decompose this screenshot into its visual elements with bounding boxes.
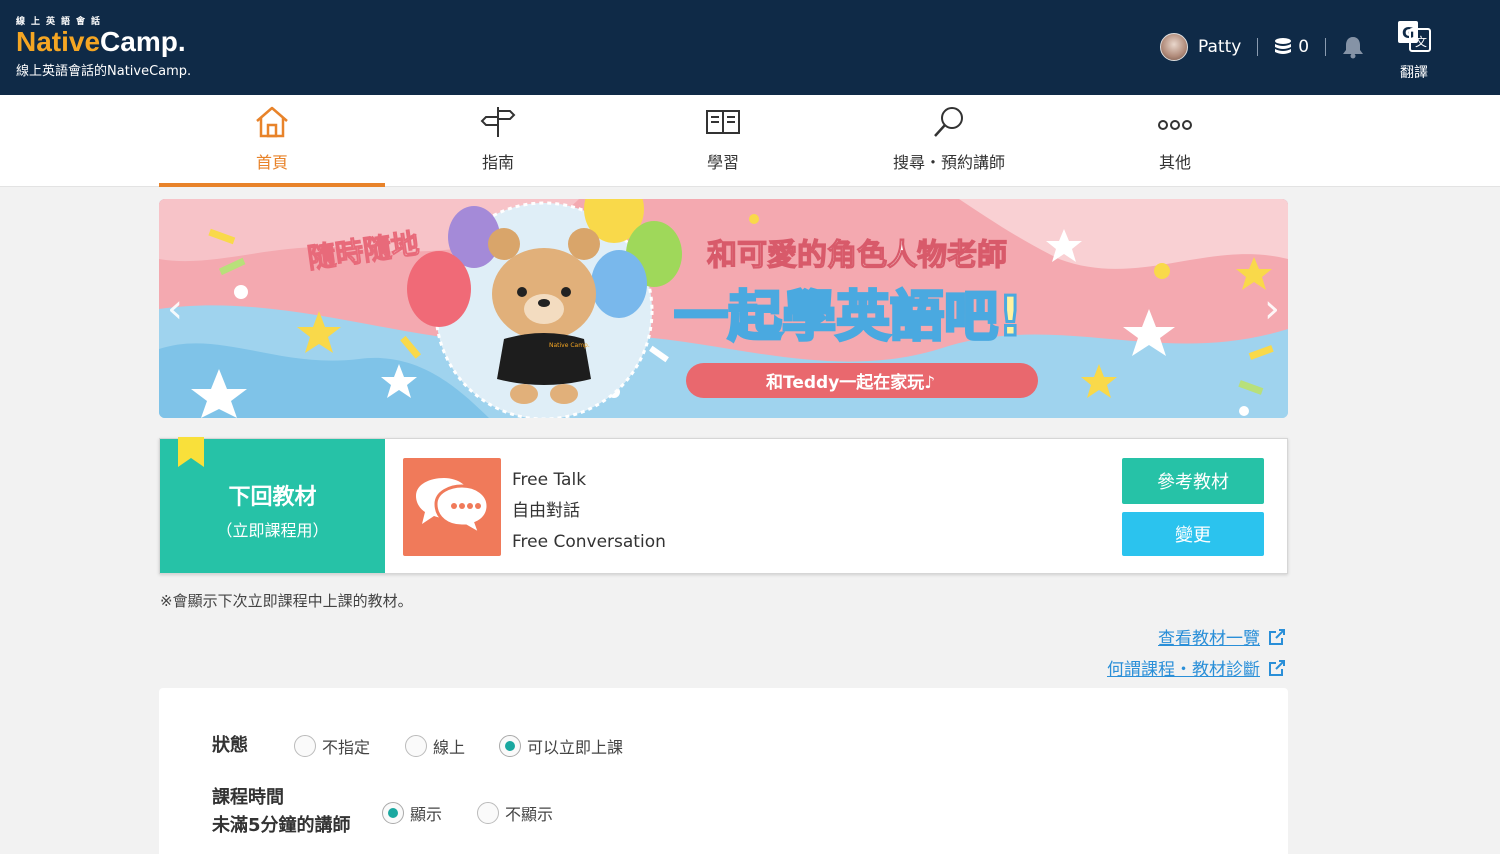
banner-prev-arrow[interactable]: ‹ [167,289,183,329]
user-name[interactable]: Patty [1198,37,1241,57]
svg-text:G: G [1402,24,1414,42]
diagnosis-link[interactable]: 何謂課程・教材診斷 [1107,655,1286,680]
divider [1325,38,1327,56]
logo-tagline: 線上英語會話的NativeCamp. [16,64,192,79]
promo-banner[interactable]: Native Camp. 隨時隨地 和可愛的角色人物老師 一起學英語吧! 和Te… [159,199,1288,418]
material-names: Free Talk 自由對話 Free Conversation [512,465,666,558]
nav-study-label: 學習 [706,153,739,172]
book-icon [706,110,740,134]
external-link-icon [1269,659,1285,676]
user-area: Patty 0 [1160,33,1364,61]
svg-text:Native Camp.: Native Camp. [549,342,590,349]
next-material-header: 下回教材 （立即課程用） [160,437,385,573]
coin-balance[interactable]: 0 [1274,37,1309,57]
status-label: 狀態 [212,735,248,756]
translate-icon: G 文 [1398,21,1431,52]
material-name-en: Free Talk [512,470,587,490]
materials-list-link[interactable]: 查看教材一覽 [1158,624,1286,649]
banner-next-arrow[interactable]: › [1264,289,1280,329]
banner-line1: 和可愛的角色人物老師 [707,238,1007,273]
banner-line2: 一起學英語吧! [674,285,1023,348]
time-option-show[interactable]: 顯示 [382,801,442,825]
status-option-online[interactable]: 線上 [405,734,465,758]
reference-material-button[interactable]: 參考教材 [1122,458,1264,504]
nav-guide[interactable]: 指南 [385,95,611,187]
avatar[interactable] [1160,33,1188,61]
search-icon [934,107,963,137]
nav-home-label: 首頁 [255,153,288,172]
svg-text:文: 文 [1415,34,1427,49]
time-option-hide[interactable]: 不顯示 [477,801,553,825]
next-material-subtitle: （立即課程用） [216,521,329,540]
more-icon [1158,120,1192,130]
translate-button[interactable]: G 文 翻譯 [1396,20,1432,82]
logo-wordmark: NativeCamp. [16,26,186,57]
bookmark-icon [178,437,204,467]
nav-guide-label: 指南 [481,153,514,172]
material-name-desc: Free Conversation [512,532,666,552]
nav-other[interactable]: 其他 [1062,95,1288,187]
divider [1257,38,1259,56]
next-material-card: 下回教材 （立即課程用） Free Talk 自由對話 Free Convers… [159,437,1288,574]
translate-label: 翻譯 [1400,65,1428,81]
material-note: ※會顯示下次立即課程中上課的教材。 [160,592,413,610]
nav-home[interactable]: 首頁 [159,95,385,187]
status-option-available-now[interactable]: 可以立即上課 [499,734,623,758]
change-material-button[interactable]: 變更 [1122,512,1264,556]
material-thumbnail [403,458,501,556]
teacher-filter-panel: 狀態 不指定 線上 可以立即上課 課程時間 未滿5分鐘的講師 顯示 不顯示 [159,688,1288,854]
home-icon [256,106,288,138]
material-name-zh: 自由對話 [512,501,580,521]
banner-cta[interactable]: 和Teddy一起在家玩♪ [766,372,935,393]
lesson-time-label: 課程時間 未滿5分鐘的講師 [212,787,351,836]
status-option-any[interactable]: 不指定 [294,734,370,758]
next-material-title: 下回教材 [228,485,317,510]
nav-other-label: 其他 [1158,153,1191,172]
top-header: 線上英語會話 NativeCamp. 線上英語會話的NativeCamp. Pa… [0,0,1500,95]
signpost-icon [480,107,516,137]
nativecamp-logo[interactable]: 線上英語會話 NativeCamp. 線上英語會話的NativeCamp. [16,14,191,79]
bell-icon [1343,37,1364,59]
chat-bubbles-icon [416,478,490,538]
external-link-icon [1269,628,1285,645]
coin-count: 0 [1298,37,1310,57]
main-nav: 首頁 指南 學習 搜尋・預約講師 其他 [0,95,1500,187]
nav-study[interactable]: 學習 [610,95,836,187]
banner-artwork: Native Camp. 隨時隨地 和可愛的角色人物老師 一起學英語吧! 和Te… [159,199,1288,418]
nav-search-label: 搜尋・預約講師 [892,153,1005,172]
notification-button[interactable] [1342,35,1364,59]
coin-stack-icon [1275,38,1292,54]
nav-search-teacher[interactable]: 搜尋・預約講師 [836,95,1062,187]
